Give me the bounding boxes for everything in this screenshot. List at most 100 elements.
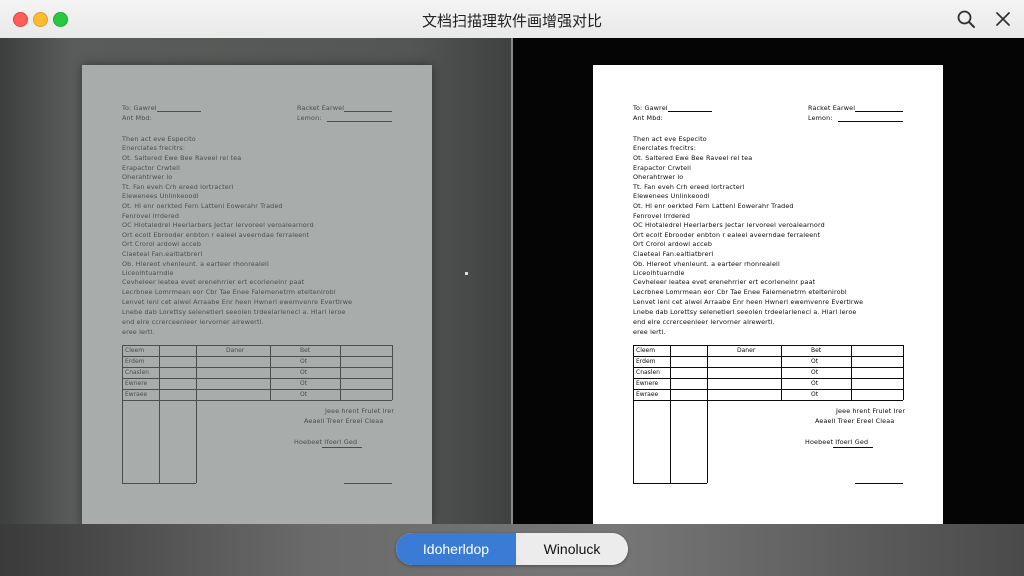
table-cell-value: Ot xyxy=(811,391,819,398)
doc-paragraph-line: Lnebe dab Lorettsy selenetierl seeolen t… xyxy=(633,308,857,316)
doc-list-item: Liceolhtuarndle xyxy=(633,269,685,278)
doc-paragraph-line: Cevheleer leatea evet erenehrrier ert ec… xyxy=(633,278,816,286)
table-cell-value: Ot xyxy=(300,369,308,376)
table-cell-value: Ot xyxy=(300,358,308,365)
table-rule xyxy=(122,389,392,390)
table-header-cell: Cleem xyxy=(125,347,145,354)
divider-handle[interactable] xyxy=(465,272,468,275)
doc-header-date: Lemon: xyxy=(297,114,322,122)
doc-list-item: Ort ecolt Ebrooder enbton r ealeel aveer… xyxy=(633,230,821,239)
doc-signature-line: Aeaell Treer Ereel Cleaa xyxy=(815,417,895,425)
table-cell-value: Ot xyxy=(300,380,308,387)
doc-list-item: Tt. Fan eveh Crh ereed lortracterl xyxy=(122,182,234,191)
table-rule xyxy=(196,345,197,483)
doc-list-item: OC Hlotaledrel Heerlarbers Jectar lervor… xyxy=(122,221,314,230)
doc-paragraph-line: Lenvet lenl cet alwel Arraabe Enr heen H… xyxy=(633,298,864,306)
table-rule xyxy=(633,367,903,368)
table-rule xyxy=(122,378,392,379)
table-rule xyxy=(633,483,707,484)
doc-paragraph-line: Lnebe dab Lorettsy selenetierl seeolen t… xyxy=(122,308,346,316)
doc-list-item: Oherahtrwer lo xyxy=(633,173,684,182)
doc-intro-line: Enerclates frecitrs: xyxy=(633,144,697,152)
table-cell-value: Ot xyxy=(300,391,308,398)
doc-paragraph-line: Lecrbnee Lomrmean eor Cbr Tae Enee Falem… xyxy=(122,288,336,296)
table-cell-label: Erdem xyxy=(636,358,656,365)
table-header-cell: Bet xyxy=(300,347,311,354)
doc-underline xyxy=(157,111,201,112)
doc-underline xyxy=(344,111,392,112)
table-rule xyxy=(781,345,782,400)
table-cell-label: Ewnere xyxy=(125,380,148,387)
table-rule xyxy=(633,378,903,379)
doc-list-item: Ot. Saltered Ewe Bee Raveel rel tea xyxy=(633,154,753,162)
table-cell-label: Erdem xyxy=(125,358,145,365)
table-rule xyxy=(159,345,160,483)
doc-list-item: Fenrovel lrrdered xyxy=(122,211,180,220)
doc-underline xyxy=(327,121,392,122)
toggle-option-b[interactable]: Winoluck xyxy=(516,533,628,565)
doc-list-item: Ob. Hlereot vhenleunt. a earteer rhonrea… xyxy=(122,259,269,268)
table-rule xyxy=(633,400,903,401)
table-cell-value: Ot xyxy=(811,369,819,376)
doc-list-item: Elewenees Unlinkeoodl xyxy=(122,192,199,201)
doc-underline xyxy=(668,111,712,112)
table-rule xyxy=(633,345,903,346)
doc-underline xyxy=(855,111,903,112)
doc-list-item: Claeteal Fan.ealtlatbrerl xyxy=(633,250,714,258)
window-title: 文档扫描理软件画增强对比 xyxy=(421,12,602,30)
doc-paragraph-line: Lenvet lenl cet alwel Arraabe Enr heen H… xyxy=(122,298,353,306)
doc-header-ref: Racket Earwel xyxy=(808,104,856,112)
table-rule xyxy=(851,345,852,400)
table-cell-value: Ot xyxy=(811,358,819,365)
doc-underline xyxy=(833,447,873,448)
doc-underline xyxy=(322,447,362,448)
table-header-cell: Cleem xyxy=(636,347,656,354)
close-icon[interactable] xyxy=(992,8,1014,30)
table-cell-label: Cnaslen xyxy=(636,369,660,376)
search-icon[interactable] xyxy=(955,8,977,30)
view-mode-toggle[interactable]: Winoluck Idoherldop xyxy=(396,533,628,565)
table-cell-label: Ewnere xyxy=(636,380,659,387)
table-rule xyxy=(707,345,708,483)
original-document-page: To: Gawrel Ant Mbd: Racket Earwel Lemon: The… xyxy=(82,65,432,524)
doc-header-ref: Racket Earwel xyxy=(297,104,345,112)
original-scan-pane: To: Gawrel Ant Mbd: Racket Earwel Lemon: The… xyxy=(0,38,512,524)
doc-header-to: To: Gawrel xyxy=(122,104,157,112)
doc-list-item: Ot. Saltered Ewe Bee Raveel rel tea xyxy=(122,154,242,162)
doc-list-item: Ot. Hl enr oerkted Fern Lattenl Eowerahr… xyxy=(122,202,283,210)
toggle-option-a[interactable]: Idoherldop xyxy=(396,533,516,565)
enhanced-scan-pane: To: Gawrel Ant Mbd: Racket Earwel Lemon: The… xyxy=(513,38,1024,524)
table-rule xyxy=(270,345,271,400)
doc-paragraph-line: Lecrbnee Lomrmean eor Cbr Tae Enee Falem… xyxy=(633,288,847,296)
document-content: To: Gawrel Ant Mbd: Racket Earwel Lemon: The… xyxy=(593,65,943,524)
table-rule xyxy=(340,345,341,400)
table-rule xyxy=(122,345,123,483)
table-rule xyxy=(633,389,903,390)
doc-list-item: Elewenees Unlinkeoodl xyxy=(633,192,710,201)
doc-signature-name: Hoebeet Ifoerl Ged xyxy=(805,438,869,446)
doc-signature-line: Aeaell Treer Ereel Cleaa xyxy=(304,417,384,425)
doc-paragraph-line: Cevheleer leatea evet erenehrrier ert ec… xyxy=(122,278,305,286)
doc-list-item: Ort ecolt Ebrooder enbton r ealeel aveer… xyxy=(122,230,310,239)
doc-list-item: Ob. Hlereot vhenleunt. a earteer rhonrea… xyxy=(633,259,780,268)
table-rule xyxy=(122,367,392,368)
table-cell-value: Ot xyxy=(811,380,819,387)
doc-intro-line: Enerclates frecitrs: xyxy=(122,144,186,152)
table-rule xyxy=(392,345,393,400)
doc-paragraph-line: eree lertl. xyxy=(633,328,666,336)
doc-signature-line: Jeee hrent Frulet Irer xyxy=(325,407,395,415)
table-header-cell: Bet xyxy=(811,347,822,354)
table-header-cell: Daner xyxy=(737,347,756,354)
doc-list-item: Liceolhtuarndle xyxy=(122,269,174,278)
table-rule xyxy=(633,345,634,483)
doc-list-item: Ort Crorol ardowl acceb xyxy=(633,240,713,249)
doc-paragraph-line: eree lertl. xyxy=(122,328,155,336)
doc-list-item: Ot. Hl enr oerkted Fern Lattenl Eowerahr… xyxy=(633,202,794,210)
doc-header-from: Ant Mbd: xyxy=(122,114,152,122)
doc-header-from: Ant Mbd: xyxy=(633,114,663,122)
doc-list-item: OC Hlotaledrel Heerlarbers Jectar lervor… xyxy=(633,221,825,230)
doc-list-item: Oherahtrwer lo xyxy=(122,173,173,182)
doc-signature-name: Hoebeet Ifoerl Ged xyxy=(294,438,358,446)
doc-paragraph-line: end elre ccrerceenleer lervorner alrewer… xyxy=(122,318,264,326)
doc-list-item: Ort Crorol ardowl acceb xyxy=(122,240,202,249)
